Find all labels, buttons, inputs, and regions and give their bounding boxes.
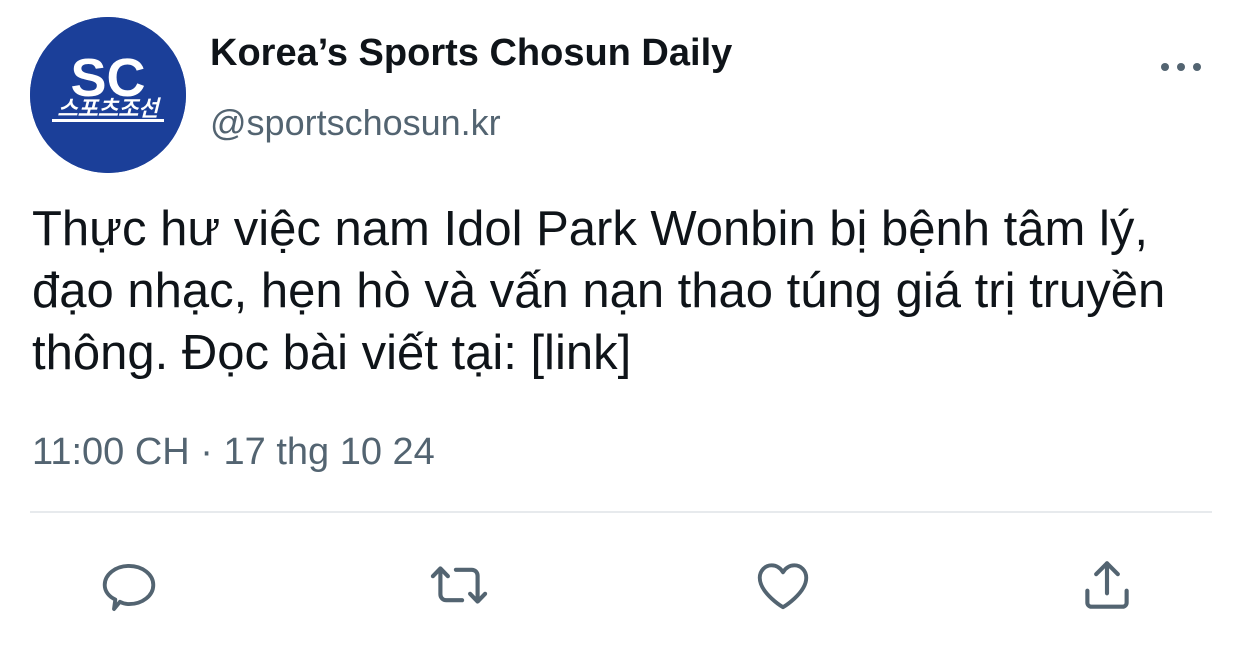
speech-bubble-icon — [102, 563, 156, 611]
logo-subtext: 스포츠조선 — [57, 97, 161, 122]
meta-separator: · — [200, 431, 213, 473]
author-handle[interactable]: @sportschosun.kr — [210, 101, 501, 145]
reply-button[interactable] — [94, 550, 164, 620]
share-icon — [1085, 561, 1129, 609]
heart-icon — [757, 563, 809, 610]
sports-chosun-logo: SC 스포츠조선 — [30, 17, 186, 173]
more-options-button[interactable] — [1156, 52, 1206, 82]
retweet-icon — [430, 566, 488, 604]
tweet-text: Thực hư việc nam Idol Park Wonbin bị bện… — [32, 202, 1166, 380]
more-options-icon — [1161, 63, 1201, 71]
divider — [30, 511, 1212, 513]
avatar[interactable]: SC 스포츠조선 — [30, 17, 186, 173]
tweet-date[interactable]: 17 thg 10 24 — [224, 431, 435, 473]
retweet-button[interactable] — [424, 550, 494, 620]
share-button[interactable] — [1072, 550, 1142, 620]
like-button[interactable] — [748, 550, 818, 620]
author-display-name[interactable]: Korea’s Sports Chosun Daily — [210, 30, 732, 76]
tweet-metadata: 11:00 CH · 17 thg 10 24 — [32, 428, 435, 476]
tweet-time[interactable]: 11:00 CH — [32, 431, 190, 473]
